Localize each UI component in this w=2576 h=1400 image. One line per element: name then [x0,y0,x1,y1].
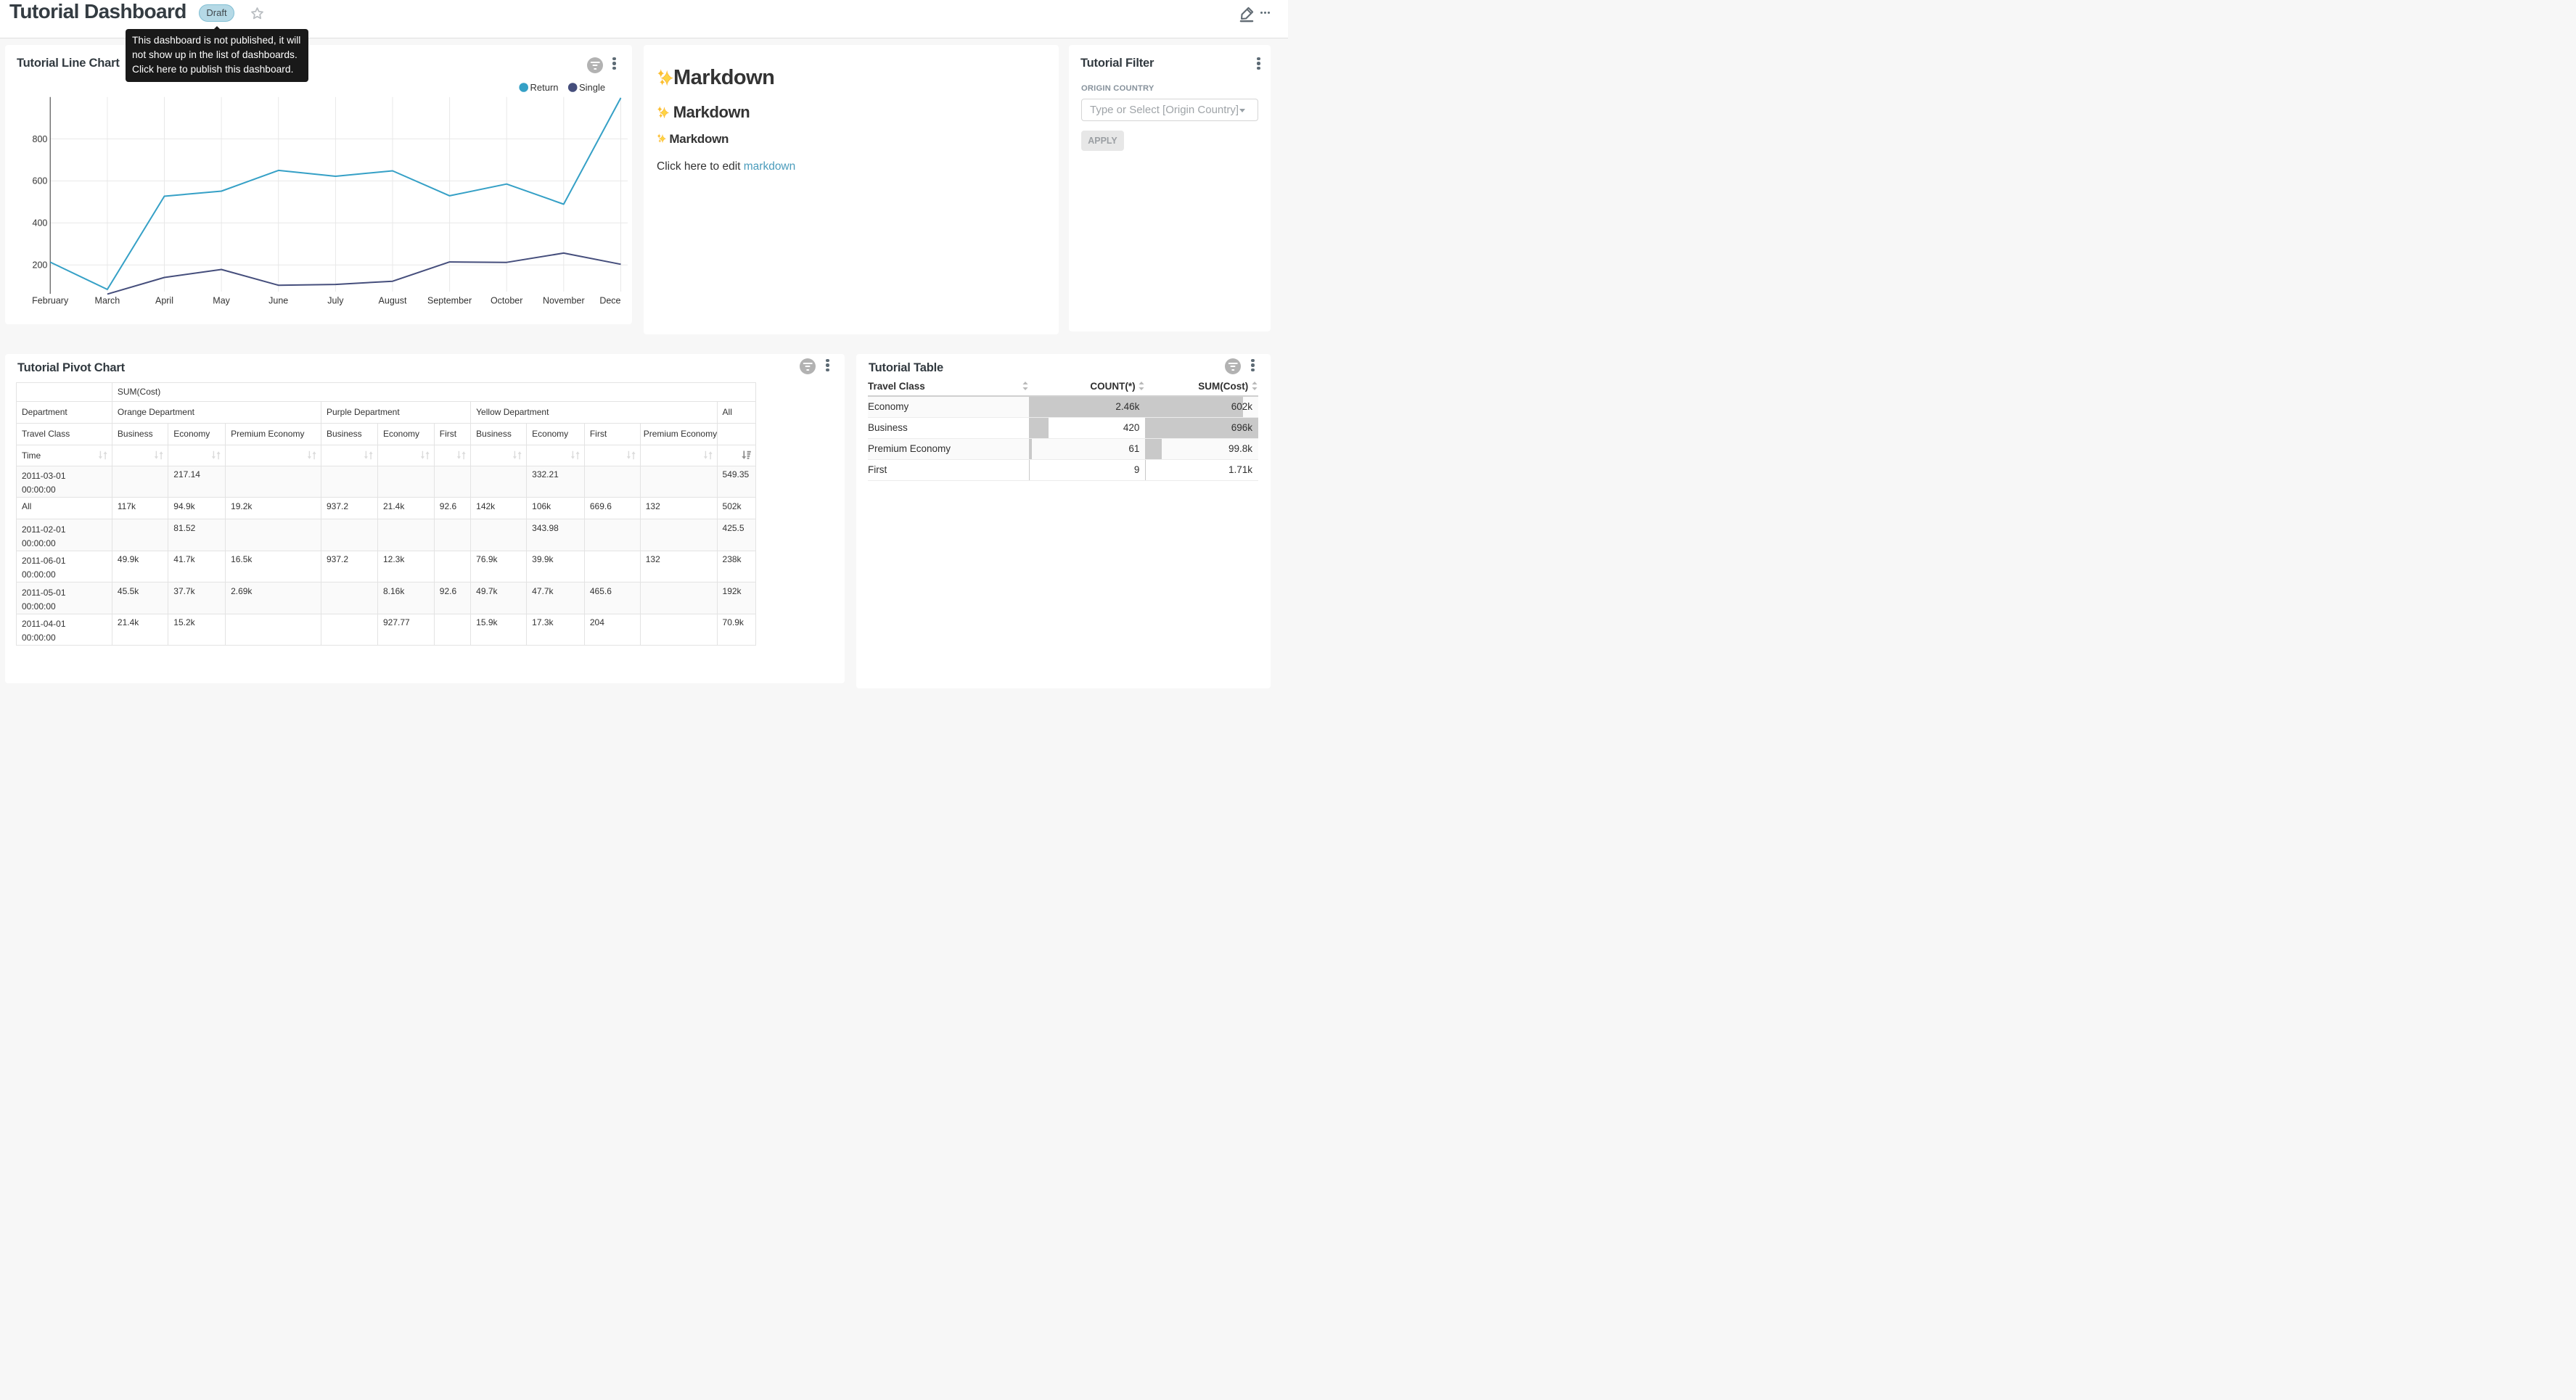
svg-text:March: March [95,296,120,306]
svg-text:April: April [155,296,173,306]
svg-text:May: May [213,296,230,306]
svg-text:200: 200 [33,260,48,271]
svg-text:Single: Single [579,82,605,93]
svg-text:August: August [379,296,407,306]
svg-text:600: 600 [33,176,48,186]
svg-text:Dece: Dece [599,296,620,306]
svg-text:June: June [268,296,288,306]
svg-text:October: October [491,296,522,306]
svg-text:400: 400 [33,218,48,228]
svg-text:September: September [427,296,472,306]
svg-text:800: 800 [33,134,48,144]
svg-text:November: November [543,296,585,306]
svg-text:February: February [32,296,69,306]
svg-text:July: July [327,296,344,306]
svg-text:Return: Return [530,82,559,93]
